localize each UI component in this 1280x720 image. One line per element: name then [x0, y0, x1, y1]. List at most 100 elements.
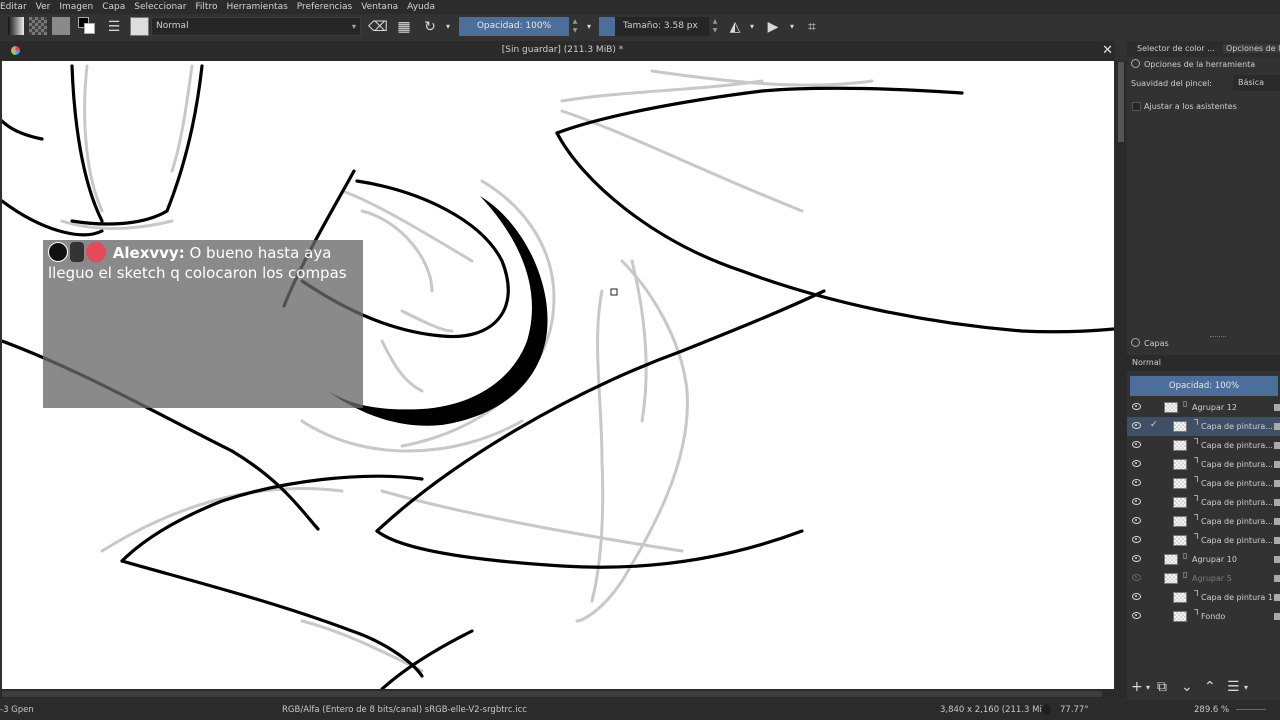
status-rotation[interactable]: 77.77°	[1060, 705, 1089, 715]
lock-icon[interactable]	[1274, 575, 1280, 582]
visibility-icon[interactable]	[1132, 517, 1141, 524]
layer-row[interactable]: ▯ Agrupar 10	[1127, 550, 1280, 569]
visibility-icon[interactable]	[1132, 422, 1141, 429]
layer-row[interactable]: ⅂ Capa de pintura...	[1127, 512, 1280, 531]
visibility-icon[interactable]	[1132, 593, 1141, 600]
close-icon[interactable]: ✕	[1102, 43, 1113, 58]
lock-icon[interactable]	[1274, 480, 1280, 487]
menu-item-7[interactable]: Preferencias	[297, 2, 352, 12]
layer-row[interactable]: ▯ Agrupar 12	[1127, 398, 1280, 417]
layer-row[interactable]: ⅂ Capa de pintura...	[1127, 531, 1280, 550]
color-swap-icon[interactable]	[78, 17, 96, 35]
visibility-icon[interactable]	[1132, 612, 1141, 619]
mirror-horizontal-icon[interactable]: ◭	[725, 17, 745, 37]
layer-row[interactable]: ⅂ Capa de pintura...	[1127, 455, 1280, 474]
gradient-swatch[interactable]	[8, 17, 24, 35]
visibility-icon[interactable]	[1132, 479, 1141, 486]
chevron-down-icon[interactable]: ▾	[1146, 683, 1150, 692]
opacity-spinner[interactable]: ▲ ▼	[571, 17, 579, 36]
chevron-down-icon[interactable]: ▾	[786, 17, 798, 37]
menu-item-1[interactable]: Ver	[36, 2, 51, 12]
eraser-icon[interactable]: ⌫	[368, 17, 388, 37]
blend-mode-value: Normal	[156, 21, 189, 31]
lock-icon[interactable]	[1131, 59, 1140, 68]
visibility-icon[interactable]	[1132, 441, 1141, 448]
folder-icon: ▯	[1183, 570, 1188, 579]
lock-icon[interactable]	[1274, 404, 1280, 411]
layer-row[interactable]: ⅂ Capa de pintura...	[1127, 436, 1280, 455]
blend-mode-select[interactable]: Normal ▾	[151, 17, 361, 36]
dock-tabs: Selector de color ... Opciones de la	[1127, 41, 1280, 57]
dock-splitter[interactable]	[1210, 336, 1226, 338]
opacity-slider[interactable]: Opacidad: 100%	[459, 17, 569, 36]
lock-icon[interactable]	[1274, 537, 1280, 544]
lock-icon[interactable]	[1274, 442, 1280, 449]
layer-row[interactable]: ✓ ⅂ Capa de pintura...	[1127, 417, 1280, 436]
layer-thumbnail	[1164, 402, 1178, 413]
lock-icon[interactable]	[1274, 518, 1280, 525]
visibility-icon[interactable]	[1132, 555, 1141, 562]
visibility-icon[interactable]	[1132, 574, 1141, 581]
duplicate-layer-icon[interactable]: ⧉	[1157, 679, 1167, 695]
chevron-down-icon[interactable]: ▾	[1244, 683, 1248, 692]
rotation-icon[interactable]	[1042, 704, 1051, 715]
brush-cursor	[610, 288, 618, 296]
layer-row[interactable]: ⅂ Capa de pintura 1	[1127, 588, 1280, 607]
tab-color-selector[interactable]: Selector de color ...	[1137, 44, 1215, 53]
move-up-icon[interactable]: ⌃	[1204, 679, 1216, 695]
check-icon[interactable]: ✓	[1150, 420, 1160, 432]
brush-settings-icon[interactable]: ☰	[104, 17, 124, 37]
layer-thumbnail	[1173, 516, 1187, 527]
horizontal-scrollbar[interactable]	[0, 689, 1127, 699]
layer-row[interactable]: ⅂ Capa de pintura...	[1127, 474, 1280, 493]
lock-icon[interactable]	[1274, 556, 1280, 563]
chevron-down-icon[interactable]: ▾	[746, 17, 758, 37]
layer-opacity-slider[interactable]: Opacidad: 100%	[1130, 376, 1278, 396]
fill-swatch[interactable]	[52, 17, 70, 35]
lock-icon[interactable]	[1274, 423, 1280, 430]
visibility-icon[interactable]	[1132, 403, 1141, 410]
lock-icon[interactable]	[1131, 338, 1140, 347]
visibility-icon[interactable]	[1132, 498, 1141, 505]
layer-thumbnail	[1173, 535, 1187, 546]
reload-preset-icon[interactable]: ↻	[420, 17, 440, 37]
tab-tool-options[interactable]: Opciones de la	[1223, 44, 1280, 53]
lock-icon[interactable]	[1274, 594, 1280, 601]
menu-item-3[interactable]: Capa	[102, 2, 125, 12]
layer-blend-select[interactable]: Normal	[1127, 355, 1280, 371]
assistants-checkbox[interactable]	[1132, 102, 1141, 111]
size-slider[interactable]: Tamaño: 3.58 px	[599, 17, 709, 36]
smoothing-select[interactable]: Básica	[1233, 75, 1280, 91]
preserve-alpha-icon[interactable]: ▦	[394, 17, 414, 37]
move-down-icon[interactable]: ⌄	[1181, 679, 1193, 695]
layer-row[interactable]: ⅂ Fondo	[1127, 607, 1280, 626]
visibility-icon[interactable]	[1132, 460, 1141, 467]
mirror-vertical-icon[interactable]: ▶	[763, 17, 783, 37]
chevron-down-icon[interactable]: ▾	[442, 17, 454, 37]
lock-icon[interactable]	[1274, 499, 1280, 506]
brush-preset-icon[interactable]	[130, 17, 149, 36]
add-layer-icon[interactable]: +	[1131, 679, 1143, 695]
menu-item-2[interactable]: Imagen	[59, 2, 93, 12]
lock-icon[interactable]	[1274, 461, 1280, 468]
visibility-icon[interactable]	[1132, 536, 1141, 543]
horizontal-scroll-thumb[interactable]	[2, 691, 1102, 697]
crop-icon[interactable]: ⌗	[802, 17, 822, 37]
layer-properties-icon[interactable]: ☰	[1227, 679, 1240, 695]
menu-item-9[interactable]: Ayuda	[407, 2, 435, 12]
chevron-down-icon[interactable]: ▾	[583, 17, 595, 37]
menu-item-4[interactable]: Seleccionar	[134, 2, 186, 12]
menu-item-8[interactable]: Ventana	[361, 2, 398, 12]
vertical-scroll-thumb[interactable]	[1118, 62, 1124, 142]
zoom-slider[interactable]	[1236, 709, 1266, 710]
menu-item-0[interactable]: Editar	[0, 2, 27, 12]
menu-item-5[interactable]: Filtro	[195, 2, 217, 12]
size-spinner[interactable]: ▲ ▼	[711, 17, 719, 36]
status-zoom[interactable]: 289.6 %	[1194, 705, 1229, 715]
pattern-swatch[interactable]	[29, 17, 47, 35]
layer-row[interactable]: ▯ Agrupar 5	[1127, 569, 1280, 588]
lock-icon[interactable]	[1274, 613, 1280, 620]
layer-row[interactable]: ⅂ Capa de pintura...	[1127, 493, 1280, 512]
vertical-scrollbar[interactable]	[1115, 61, 1127, 689]
menu-item-6[interactable]: Herramientas	[226, 2, 287, 12]
